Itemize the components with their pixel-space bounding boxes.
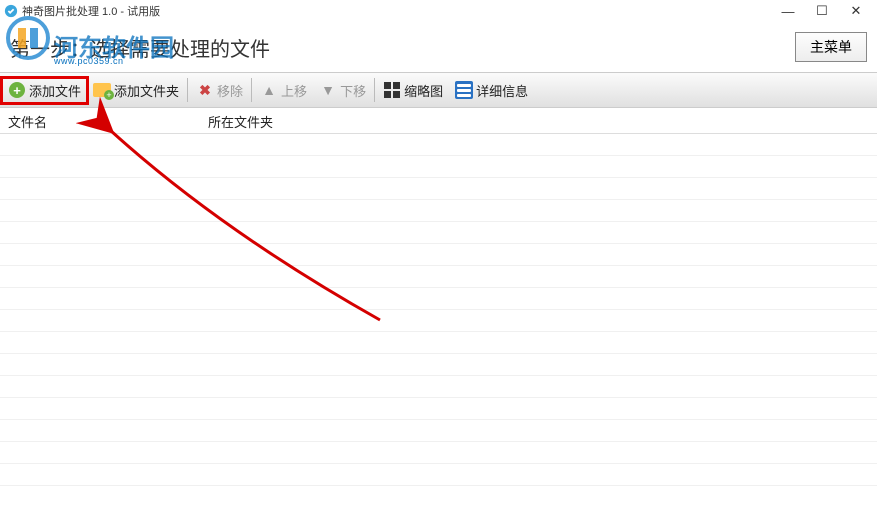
maximize-button[interactable]: ☐ [805,1,839,21]
list-row [0,420,877,442]
toolbar-separator [187,78,188,102]
step-header: 第一步：选择需要处理的文件 主菜单 [0,22,877,72]
up-icon: ▲ [260,81,278,99]
column-headers: 文件名 所在文件夹 [0,108,877,134]
detail-label: 详细信息 [476,81,528,100]
add-folder-button[interactable]: 添加文件夹 [87,78,185,103]
minimize-button[interactable]: — [771,1,805,21]
column-folder[interactable]: 所在文件夹 [200,108,877,133]
list-row [0,354,877,376]
detail-view-button[interactable]: 详细信息 [449,78,534,103]
thumbnail-label: 缩略图 [404,81,443,100]
list-row [0,310,877,332]
move-down-label: 下移 [340,81,366,100]
window-title: 神奇图片批处理 1.0 - 试用版 [22,3,160,19]
add-file-button[interactable]: + 添加文件 [2,78,87,103]
titlebar: 神奇图片批处理 1.0 - 试用版 — ☐ ✕ [0,0,877,22]
remove-label: 移除 [217,81,243,100]
list-row [0,156,877,178]
move-up-label: 上移 [281,81,307,100]
down-icon: ▼ [319,81,337,99]
list-row [0,442,877,464]
list-row [0,266,877,288]
remove-button[interactable]: ✖ 移除 [190,78,249,103]
list-row [0,464,877,486]
add-folder-icon [93,81,111,99]
toolbar: + 添加文件 添加文件夹 ✖ 移除 ▲ 上移 ▼ 下移 缩略图 详细信息 [0,72,877,108]
list-row [0,200,877,222]
step-title: 第一步：选择需要处理的文件 [10,33,795,62]
toolbar-separator [374,78,375,102]
toolbar-separator [251,78,252,102]
list-row [0,332,877,354]
main-menu-button[interactable]: 主菜单 [795,32,867,62]
remove-icon: ✖ [196,81,214,99]
add-file-label: 添加文件 [29,81,81,100]
move-down-button[interactable]: ▼ 下移 [313,78,372,103]
list-row [0,288,877,310]
close-button[interactable]: ✕ [839,1,873,21]
list-row [0,244,877,266]
app-icon [4,4,18,18]
list-row [0,376,877,398]
column-filename[interactable]: 文件名 [0,108,200,133]
add-folder-label: 添加文件夹 [114,81,179,100]
list-row [0,222,877,244]
move-up-button[interactable]: ▲ 上移 [254,78,313,103]
list-row [0,398,877,420]
thumbnail-icon [383,81,401,99]
list-row [0,134,877,156]
thumbnail-view-button[interactable]: 缩略图 [377,78,449,103]
file-list[interactable] [0,134,877,522]
add-file-icon: + [8,81,26,99]
detail-icon [455,81,473,99]
list-row [0,178,877,200]
